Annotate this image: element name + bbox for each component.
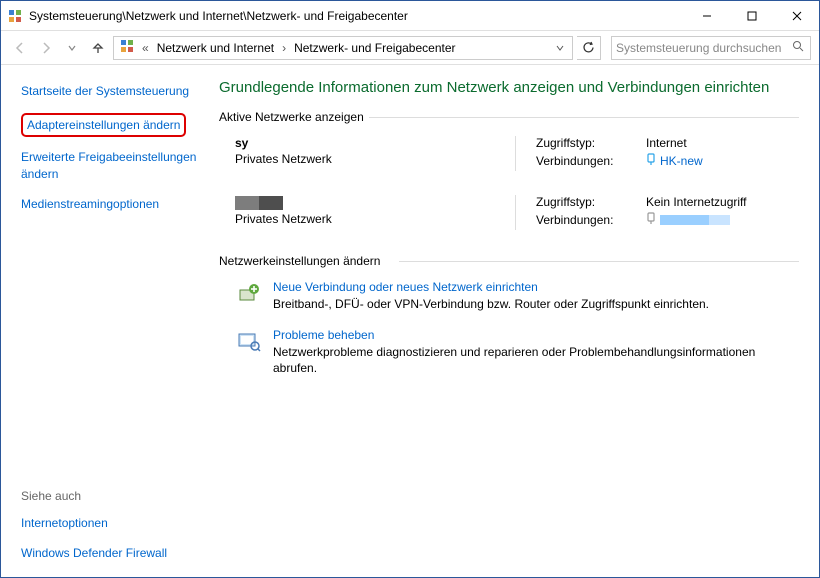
address-dropdown-icon[interactable] — [552, 41, 568, 55]
task-link[interactable]: Neue Verbindung oder neues Netzwerk einr… — [273, 280, 538, 294]
network-details: Zugriffstyp: Internet Verbindungen: HK-n… — [536, 136, 799, 171]
back-button[interactable] — [9, 37, 31, 59]
network-type: Privates Netzwerk — [235, 152, 515, 166]
see-also-header: Siehe auch — [21, 489, 199, 503]
access-type-label: Zugriffstyp: — [536, 136, 646, 150]
task-new-connection: Neue Verbindung oder neues Netzwerk einr… — [219, 280, 799, 312]
minimize-button[interactable] — [684, 2, 729, 30]
close-button[interactable] — [774, 2, 819, 30]
address-toolbar: « Netzwerk und Internet › Netzwerk- und … — [1, 31, 819, 65]
task-troubleshoot: Probleme beheben Netzwerkprobleme diagno… — [219, 328, 799, 376]
recent-dropdown[interactable] — [61, 37, 83, 59]
up-button[interactable] — [87, 37, 109, 59]
access-type-value: Internet — [646, 136, 687, 150]
search-icon[interactable] — [790, 40, 806, 55]
content-area: Startseite der Systemsteuerung Adapterei… — [1, 65, 819, 577]
breadcrumb-level1[interactable]: Netzwerk und Internet — [155, 41, 276, 55]
sidebar-link-media-streaming[interactable]: Medienstreamingoptionen — [21, 196, 199, 212]
address-bar[interactable]: « Netzwerk und Internet › Netzwerk- und … — [113, 36, 573, 60]
sidebar-link-firewall[interactable]: Windows Defender Firewall — [21, 545, 199, 561]
new-connection-icon — [235, 280, 263, 308]
control-panel-small-icon — [118, 39, 136, 56]
access-type-label: Zugriffstyp: — [536, 195, 646, 209]
search-placeholder: Systemsteuerung durchsuchen — [616, 41, 790, 55]
divider — [515, 136, 516, 171]
connection-link[interactable]: HK-new — [660, 154, 703, 168]
window-buttons — [684, 2, 819, 30]
main-pane: Grundlegende Informationen zum Netzwerk … — [211, 65, 819, 577]
titlebar: Systemsteuerung\Netzwerk und Internet\Ne… — [1, 1, 819, 31]
refresh-button[interactable] — [577, 36, 601, 60]
sidebar-link-internet-options[interactable]: Internetoptionen — [21, 515, 199, 531]
page-title: Grundlegende Informationen zum Netzwerk … — [219, 79, 799, 96]
connection-label: Verbindungen: — [536, 154, 646, 168]
network-details: Zugriffstyp: Kein Internetzugriff Verbin… — [536, 195, 799, 230]
task-desc: Netzwerkprobleme diagnostizieren und rep… — [273, 344, 799, 376]
network-name: sy — [235, 136, 515, 150]
network-block: sy Privates Netzwerk Zugriffstyp: Intern… — [219, 136, 799, 171]
divider — [515, 195, 516, 230]
task-link[interactable]: Probleme beheben — [273, 328, 374, 342]
maximize-button[interactable] — [729, 2, 774, 30]
access-type-value: Kein Internetzugriff — [646, 195, 747, 209]
control-panel-icon — [7, 8, 23, 24]
change-settings-header: Netzwerkeinstellungen ändern — [219, 254, 799, 268]
troubleshoot-icon — [235, 328, 263, 356]
forward-button[interactable] — [35, 37, 57, 59]
sidebar-link-home[interactable]: Startseite der Systemsteuerung — [21, 83, 199, 99]
breadcrumb-prefix: « — [140, 41, 151, 55]
task-desc: Breitband-, DFÜ- oder VPN-Verbindung bzw… — [273, 296, 709, 312]
search-box[interactable]: Systemsteuerung durchsuchen — [611, 36, 811, 60]
connection-label: Verbindungen: — [536, 213, 646, 227]
network-name-obscured — [235, 195, 515, 210]
chevron-right-icon: › — [280, 41, 288, 55]
network-identity: sy Privates Netzwerk — [235, 136, 515, 171]
breadcrumb-level2[interactable]: Netzwerk- und Freigabecenter — [292, 41, 457, 55]
sidebar-link-adapter-settings[interactable]: Adaptereinstellungen ändern — [21, 113, 186, 137]
ethernet-icon — [646, 212, 656, 227]
active-networks-header: Aktive Netzwerke anzeigen — [219, 110, 799, 124]
ethernet-icon — [646, 153, 656, 168]
sidebar: Startseite der Systemsteuerung Adapterei… — [1, 65, 211, 577]
sidebar-link-advanced-sharing[interactable]: Erweiterte Freigabeeinstellungen ändern — [21, 149, 199, 181]
network-type: Privates Netzwerk — [235, 212, 515, 226]
connection-link-obscured[interactable] — [660, 213, 730, 227]
network-identity: Privates Netzwerk — [235, 195, 515, 230]
window-title: Systemsteuerung\Netzwerk und Internet\Ne… — [29, 9, 684, 23]
network-block: Privates Netzwerk Zugriffstyp: Kein Inte… — [219, 195, 799, 230]
